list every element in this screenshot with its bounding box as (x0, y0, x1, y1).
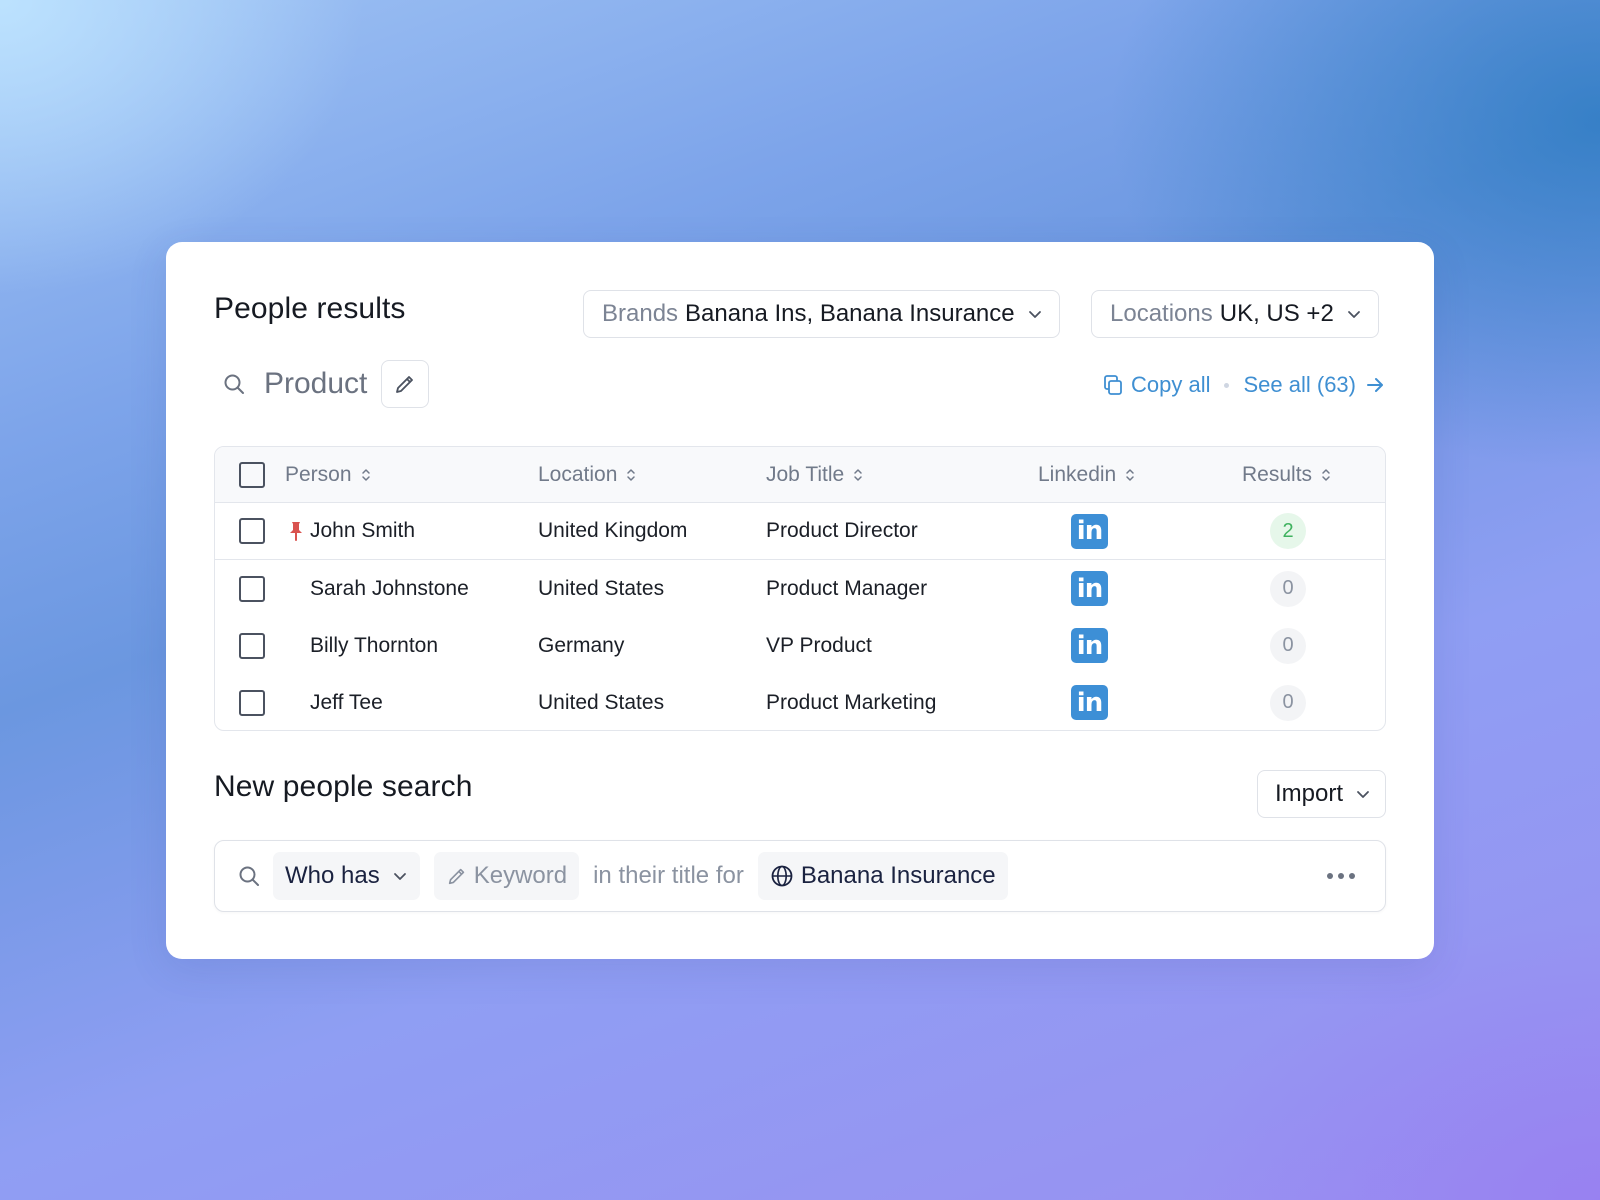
new-people-search-title: New people search (214, 770, 473, 803)
chevron-down-icon (1357, 791, 1369, 798)
person-name: Billy Thornton (310, 633, 439, 657)
sort-icon (361, 468, 370, 481)
sort-icon (627, 468, 636, 481)
title-connector-text: in their title for (593, 862, 744, 889)
linkedin-icon[interactable]: in (1071, 628, 1108, 663)
people-results-card: People results Brands Banana Ins, Banana… (166, 242, 1434, 959)
edit-query-button[interactable] (381, 360, 430, 408)
select-all-checkbox[interactable] (239, 461, 265, 488)
results-count-badge: 0 (1270, 570, 1306, 607)
column-header-location[interactable]: Location (538, 447, 636, 502)
locations-filter-value: UK, US +2 (1219, 300, 1334, 327)
results-count-badge: 2 (1270, 513, 1306, 549)
people-search-builder: Who has Keyword in their title for Banan… (214, 840, 1386, 912)
person-location: United States (538, 576, 665, 600)
separator-dot (1224, 382, 1230, 388)
person-location: Germany (538, 633, 625, 657)
table-row[interactable]: John Smith United Kingdom Product Direct… (215, 503, 1385, 560)
column-header-label: Linkedin (1038, 462, 1117, 486)
results-query-text: Product (264, 367, 368, 400)
globe-icon (771, 865, 793, 887)
people-table: Person Location Job Title Linkedin Resul… (214, 446, 1386, 731)
copy-all-label: Copy all (1131, 372, 1211, 397)
results-count-badge: 0 (1270, 684, 1306, 721)
person-name: Jeff Tee (310, 690, 383, 714)
column-header-label: Results (1242, 462, 1313, 486)
keyword-input[interactable]: Keyword (433, 852, 580, 900)
row-checkbox[interactable] (239, 518, 265, 544)
sort-icon (1126, 468, 1134, 481)
import-label: Import (1274, 780, 1343, 807)
column-header-results[interactable]: Results (1242, 447, 1331, 502)
column-header-label: Location (538, 462, 618, 486)
people-results-title: People results (214, 292, 406, 325)
company-name: Banana Insurance (800, 862, 996, 889)
linkedin-icon[interactable]: in (1071, 685, 1108, 720)
see-all-label: See all (63) (1243, 372, 1356, 397)
column-header-linkedin[interactable]: Linkedin (1038, 447, 1135, 502)
brands-filter-key: Brands (602, 300, 679, 327)
column-header-person[interactable]: Person (285, 447, 371, 502)
person-name: Sarah Johnstone (310, 576, 469, 600)
person-location: United Kingdom (538, 519, 688, 542)
copy-all-button[interactable]: Copy all (1101, 372, 1210, 398)
row-checkbox[interactable] (239, 632, 265, 659)
import-dropdown-button[interactable]: Import (1256, 770, 1386, 818)
brands-filter-dropdown[interactable]: Brands Banana Ins, Banana Insurance (583, 290, 1060, 338)
search-icon (224, 374, 244, 394)
linkedin-icon[interactable]: in (1071, 513, 1108, 549)
person-location: United States (538, 690, 665, 714)
results-count-badge: 0 (1270, 627, 1306, 664)
table-row[interactable]: Billy Thornton Germany VP Product in 0 (215, 617, 1385, 674)
keyword-placeholder: Keyword (473, 862, 568, 889)
table-row[interactable]: Sarah Johnstone United States Product Ma… (215, 560, 1385, 617)
arrow-right-icon (1367, 378, 1383, 392)
person-job-title: VP Product (766, 633, 872, 657)
person-job-title: Product Manager (766, 576, 928, 600)
see-all-link[interactable]: See all (63) (1243, 372, 1386, 398)
chevron-down-icon (1028, 311, 1041, 318)
sort-icon (1322, 468, 1330, 481)
chevron-down-icon (393, 873, 406, 880)
person-name: John Smith (310, 519, 416, 542)
more-icon (1327, 873, 1333, 879)
chevron-down-icon (1347, 311, 1360, 318)
row-checkbox[interactable] (239, 689, 265, 716)
row-checkbox[interactable] (239, 575, 265, 602)
person-job-title: Product Marketing (766, 690, 937, 714)
column-header-job-title[interactable]: Job Title (766, 447, 863, 502)
person-job-title: Product Director (766, 519, 918, 542)
brands-filter-value: Banana Ins, Banana Insurance (685, 300, 1015, 327)
pencil-icon (396, 376, 414, 393)
column-header-label: Person (285, 462, 352, 486)
copy-icon (1104, 375, 1122, 395)
sort-icon (854, 468, 862, 481)
table-header: Person Location Job Title Linkedin Resul… (215, 447, 1385, 503)
more-options-button[interactable] (1321, 867, 1361, 885)
who-has-label: Who has (285, 862, 380, 889)
search-icon (239, 866, 259, 886)
pin-icon[interactable] (287, 520, 305, 542)
results-actions: Copy all See all (63) (1101, 372, 1386, 398)
column-header-label: Job Title (766, 462, 845, 486)
results-query-row: Product (222, 360, 430, 408)
linkedin-icon[interactable]: in (1071, 571, 1108, 606)
company-selector[interactable]: Banana Insurance (757, 852, 1008, 900)
locations-filter-dropdown[interactable]: Locations UK, US +2 (1091, 290, 1379, 338)
who-has-dropdown[interactable]: Who has (273, 852, 420, 900)
locations-filter-key: Locations (1110, 300, 1213, 327)
pencil-icon (448, 868, 464, 885)
table-row[interactable]: Jeff Tee United States Product Marketing… (215, 674, 1385, 730)
